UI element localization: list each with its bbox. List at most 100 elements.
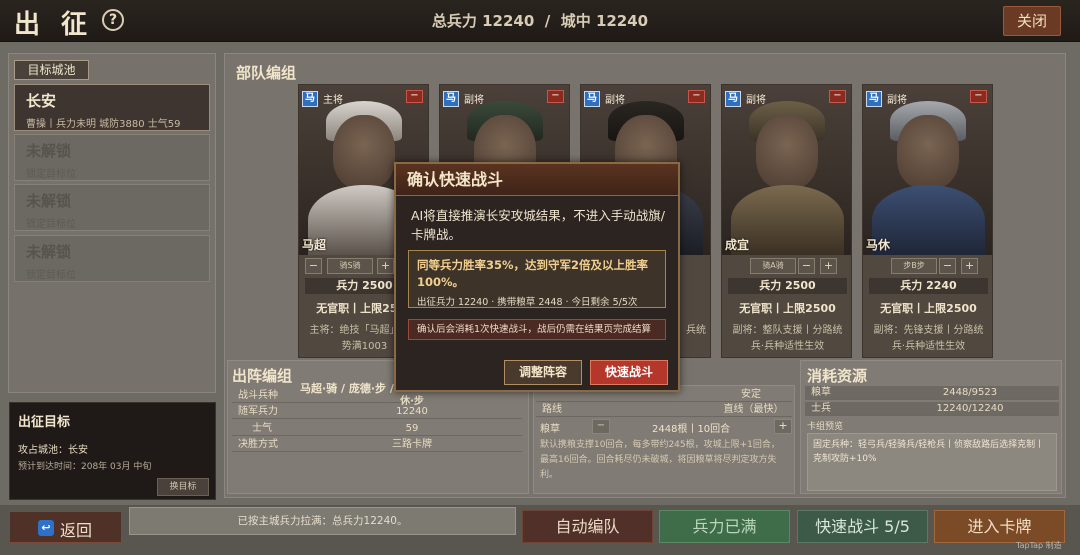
city-troops-label: 城中 [560, 12, 591, 30]
quick-battle-button[interactable]: 快速战斗 5/5 [797, 510, 928, 543]
change-target-button[interactable]: 换目标 [157, 478, 209, 496]
city-option-locked[interactable]: 未解锁 锁定目标位 [14, 134, 210, 181]
general-troops: 兵力 2500 [728, 278, 847, 294]
remove-general-button[interactable]: − [829, 90, 846, 103]
city-option-changan[interactable]: 长安 曹操丨兵力未明 城防3880 士气59 [14, 84, 210, 131]
troop-summary: 总兵力 12240 / 城中 12240 [300, 10, 780, 31]
troops-full-button[interactable]: 兵力已满 [659, 510, 790, 543]
city-info: 锁定目标位 [26, 270, 76, 281]
general-troops: 兵力 2240 [869, 278, 988, 294]
general-name: 马超 [302, 238, 327, 252]
city-option-locked[interactable]: 未解锁 锁定目标位 [14, 184, 210, 231]
dialog-title: 确认快速战斗 [396, 164, 678, 196]
cavalry-badge-icon: 马 [302, 91, 318, 107]
remove-general-button[interactable]: − [547, 90, 564, 103]
city-info: 曹操丨兵力未明 城防3880 士气59 [26, 119, 181, 130]
winrate-text: 同等兵力胜率35%，达到守军2倍及以上胜率100%。 [417, 258, 649, 289]
general-portrait [722, 85, 851, 255]
remove-general-button[interactable]: − [970, 90, 987, 103]
battle-stats: 出征兵力 12240 · 携带粮草 2448 · 今日剩余 5/5次 [417, 297, 638, 308]
confirm-quick-battle-button[interactable]: 快速战斗 [590, 360, 668, 385]
general-role: 副将 [746, 95, 766, 106]
winrate-box: 同等兵力胜率35%，达到守军2倍及以上胜率100%。 出征兵力 12240 · … [408, 250, 666, 308]
city-name: 未解锁 [26, 243, 72, 261]
enter-card-battle-button[interactable]: 进入卡牌 [934, 510, 1065, 543]
dialog-warning: 确认后会消耗1次快速战斗，战后仍需在结果页完成结算 [408, 319, 666, 340]
adjust-lineup-button[interactable]: 调整阵容 [504, 360, 582, 385]
city-info: 锁定目标位 [26, 219, 76, 230]
march-row: 路线 直线（最快） [536, 403, 792, 417]
troop-plus-button[interactable]: + [377, 258, 394, 274]
resource-row: 粮草 2448/9523 [805, 386, 1059, 400]
general-desc: 兵统 [686, 325, 706, 336]
general-desc: 副将：整队支援丨分路统兵·兵种适性生效 [732, 325, 843, 352]
grain-minus-button[interactable]: − [592, 419, 610, 434]
goal-title: 出征目标 [18, 415, 71, 430]
deck-preview-label: 卡组预览 [807, 422, 844, 432]
auto-formation-button[interactable]: 自动编队 [522, 510, 653, 543]
general-name: 马休 [866, 238, 891, 252]
grain-value: 2448根丨10回合 [652, 424, 731, 435]
general-role: 副将 [464, 95, 484, 106]
remove-general-button[interactable]: − [688, 90, 705, 103]
dialog-text: AI将直接推演长安攻城结果，不进入手动战旗/卡牌战。 [411, 208, 665, 242]
general-desc: 副将：先锋支援丨分路统兵·兵种适性生效 [873, 325, 984, 352]
target-city-tag: 目标城池 [14, 60, 89, 80]
general-cap: 无官职丨上限2500 [880, 302, 977, 315]
summary-separator: / [544, 12, 551, 30]
troop-controls: 步B步 − + [873, 258, 983, 274]
troop-plus-button[interactable]: + [820, 258, 837, 274]
watermark: TapTap 制造 [1016, 541, 1062, 550]
cavalry-badge-icon: 马 [866, 91, 882, 107]
troop-type-select[interactable]: 骑A骑 [750, 258, 796, 274]
general-role: 主将 [323, 95, 343, 106]
deployment-row: 士气 59 [232, 422, 522, 436]
city-info: 锁定目标位 [26, 169, 76, 180]
cavalry-badge-icon: 马 [443, 91, 459, 107]
troop-controls: 骑A骑 − + [732, 258, 842, 274]
goal-target: 攻占城池：长安 [18, 445, 88, 456]
expedition-goal-panel: 出征目标 攻占城池：长安 预计到达时间：208年 03月 中旬 换目标 [9, 402, 216, 500]
resource-row: 士兵 12240/12240 [805, 402, 1059, 416]
back-label: 返回 [60, 521, 93, 540]
deployment-row: 决胜方式 三路卡牌 [232, 438, 522, 452]
deck-preview-box: 固定兵种：轻弓兵/轻骑兵/轻枪兵丨侦察敌路后选择克制丨克制攻防+10% [807, 433, 1057, 491]
total-troops-label: 总兵力 [431, 12, 477, 30]
general-card[interactable]: 马 副将 − 成宜 骑A骑 − + 兵力 2500 无官职丨上限2500 副将：… [721, 84, 852, 358]
city-troops-value: 12240 [595, 12, 649, 30]
city-name: 未解锁 [26, 192, 72, 210]
help-icon[interactable]: ? [102, 9, 124, 31]
city-name: 未解锁 [26, 142, 72, 160]
total-troops-value: 12240 [482, 12, 535, 30]
troop-type-select[interactable]: 骑S骑 [327, 258, 373, 274]
general-portrait [863, 85, 992, 255]
cavalry-badge-icon: 马 [584, 91, 600, 107]
remove-general-button[interactable]: − [406, 90, 423, 103]
general-role: 副将 [887, 95, 907, 106]
cavalry-badge-icon: 马 [725, 91, 741, 107]
deck-preview-text: 固定兵种：轻弓兵/轻骑兵/轻枪兵丨侦察敌路后选择克制丨克制攻防+10% [813, 440, 1045, 464]
general-name: 成宜 [725, 238, 750, 252]
grain-plus-button[interactable]: + [774, 419, 792, 434]
troop-plus-button[interactable]: + [961, 258, 978, 274]
back-icon: ↩ [38, 520, 54, 536]
city-option-locked[interactable]: 未解锁 锁定目标位 [14, 235, 210, 282]
resources-panel: 消耗资源 粮草 2448/9523 士兵 12240/12240 卡组预览 固定… [800, 360, 1062, 494]
back-button[interactable]: ↩ 返回 [9, 511, 122, 543]
troop-minus-button[interactable]: − [798, 258, 815, 274]
troop-type-select[interactable]: 步B步 [891, 258, 937, 274]
troop-minus-button[interactable]: − [939, 258, 956, 274]
city-name: 长安 [26, 92, 57, 110]
army-section-title: 部队编组 [236, 64, 297, 82]
troop-minus-button[interactable]: − [305, 258, 322, 274]
general-card[interactable]: 马 副将 − 马休 步B步 − + 兵力 2240 无官职丨上限2500 副将：… [862, 84, 993, 358]
close-button[interactable]: 关闭 [1003, 6, 1061, 36]
general-role: 副将 [605, 95, 625, 106]
deployment-title: 出阵编组 [232, 367, 293, 385]
page-title: 出 征 [14, 10, 94, 40]
deployment-row: 随军兵力 12240 [232, 405, 522, 419]
status-notice: 已按主城兵力拉满：总兵力12240。 [129, 507, 516, 535]
grain-note: 默认携粮支撑10回合，每多带约245根，攻城上限+1回合，最高16回合。回合耗尽… [540, 440, 780, 480]
goal-eta: 预计到达时间：208年 03月 中旬 [18, 462, 152, 472]
general-cap: 无官职丨上限2500 [739, 302, 836, 315]
